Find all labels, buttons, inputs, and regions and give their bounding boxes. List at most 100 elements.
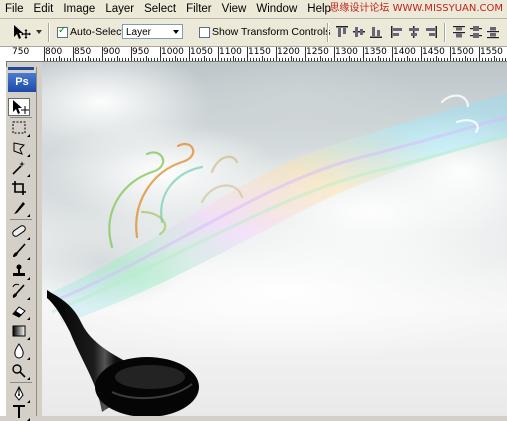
brush-tool-button[interactable] [8,242,30,260]
auto-select-dropdown[interactable]: Layer [122,24,183,39]
marquee-icon [12,121,26,134]
ruler-tick [438,58,440,61]
align-vertical-centers-icon[interactable] [352,25,366,39]
ruler-tick [267,58,269,61]
align-bottom-edges-icon[interactable] [369,25,383,39]
ruler-tick [351,58,353,61]
lasso-tool-button[interactable] [8,139,30,157]
history-brush-tool-button[interactable] [8,282,30,300]
ruler-tick [107,58,109,61]
ruler-tick [133,58,135,61]
menu-window[interactable]: Window [251,0,302,18]
ruler-label: 1100 [219,47,242,57]
type-icon [13,405,25,418]
document-canvas[interactable] [42,62,507,416]
ruler-label: 1300 [335,47,358,57]
lasso-icon [13,142,26,155]
align-right-edges-icon[interactable] [424,25,438,39]
menu-select[interactable]: Select [139,0,181,18]
ruler-tick [374,58,376,61]
ruler-tick [319,56,321,61]
ruler-tick [136,58,138,61]
ruler-tick [180,58,182,61]
ruler-tick [476,58,478,61]
ruler-tick [441,58,443,61]
marquee-tool-button[interactable] [8,119,30,137]
options-divider [48,23,50,42]
blur-tool-button[interactable] [8,342,30,360]
options-divider [327,23,329,42]
bandage-icon [12,225,26,237]
ruler-tick [345,58,347,61]
ruler-tick [142,58,144,61]
eraser-tool-button[interactable] [8,302,30,320]
ruler-tick [316,58,318,61]
chevron-down-icon [173,30,179,34]
ruler-tick [281,58,283,61]
ruler-tick [450,47,451,61]
menu-bar: File Edit Image Layer Select Filter View… [0,0,507,19]
ruler-tick [467,58,469,61]
ruler-tick [339,58,341,61]
type-tool-button[interactable] [8,403,30,421]
slice-tool-button[interactable] [8,199,30,217]
menu-layer[interactable]: Layer [100,0,139,18]
menu-edit[interactable]: Edit [29,0,59,18]
align-left-edges-icon[interactable] [390,25,404,39]
gradient-tool-button[interactable] [8,322,30,340]
ruler-tick [241,58,243,61]
ruler-tick [90,58,92,61]
panel-grip[interactable] [8,67,34,70]
ruler-tick [479,47,480,61]
ruler-tick [499,58,501,61]
ruler-tick [392,47,393,61]
ruler-tick [99,58,101,61]
healing-brush-tool-button[interactable] [8,222,30,240]
show-transform-checkbox[interactable] [199,27,210,38]
ruler-label: 800 [45,47,63,57]
slice-icon [14,202,25,214]
ruler-tick [307,58,309,61]
ruler-tick [200,58,202,61]
ruler-tick [125,58,127,61]
align-horizontal-centers-icon[interactable] [407,25,421,39]
ruler-tick [102,47,103,61]
ruler-tick [218,47,219,61]
ruler-tick [78,58,80,61]
distribute-top-edges-icon[interactable] [452,25,466,39]
ruler-tick [363,47,364,61]
pen-tool-button[interactable] [8,385,30,403]
dodge-tool-button[interactable] [8,362,30,380]
menu-image[interactable]: Image [58,0,100,18]
ruler-tick [365,58,367,61]
ruler-tick [122,58,124,61]
ruler-tick [336,58,338,61]
distribute-bottom-edges-icon[interactable] [486,25,500,39]
horizontal-ruler[interactable]: 800 850 900 950 1000 1050 1100 1150 1200 1250 1300… [42,47,507,62]
clone-stamp-tool-button[interactable] [8,262,30,280]
pen-icon [14,386,24,401]
move-tool-button[interactable] [8,98,30,116]
menu-view[interactable]: View [217,0,252,18]
menu-file[interactable]: File [0,0,29,18]
submenu-corner-icon [27,174,30,177]
ps-logo: Ps [8,73,36,92]
crop-tool-button[interactable] [8,179,30,197]
tool-preset-picker[interactable] [6,23,42,41]
menu-filter[interactable]: Filter [181,0,217,18]
ruler-tick [415,58,417,61]
ruler-tick [154,58,156,61]
ruler-tick [232,56,234,61]
ruler-tick [96,58,98,61]
magic-wand-tool-button[interactable] [8,159,30,177]
distribute-vertical-centers-icon[interactable] [469,25,483,39]
ruler-tick [270,58,272,61]
options-bar: Auto-Select: Layer Show Transform Contro… [0,19,507,47]
align-top-edges-icon[interactable] [335,25,349,39]
ruler-tick [113,58,115,61]
submenu-corner-icon [27,357,30,360]
ruler-tick [310,58,312,61]
ruler-tick [426,58,428,61]
ruler-tick [203,56,205,61]
auto-select-checkbox[interactable] [57,25,68,38]
